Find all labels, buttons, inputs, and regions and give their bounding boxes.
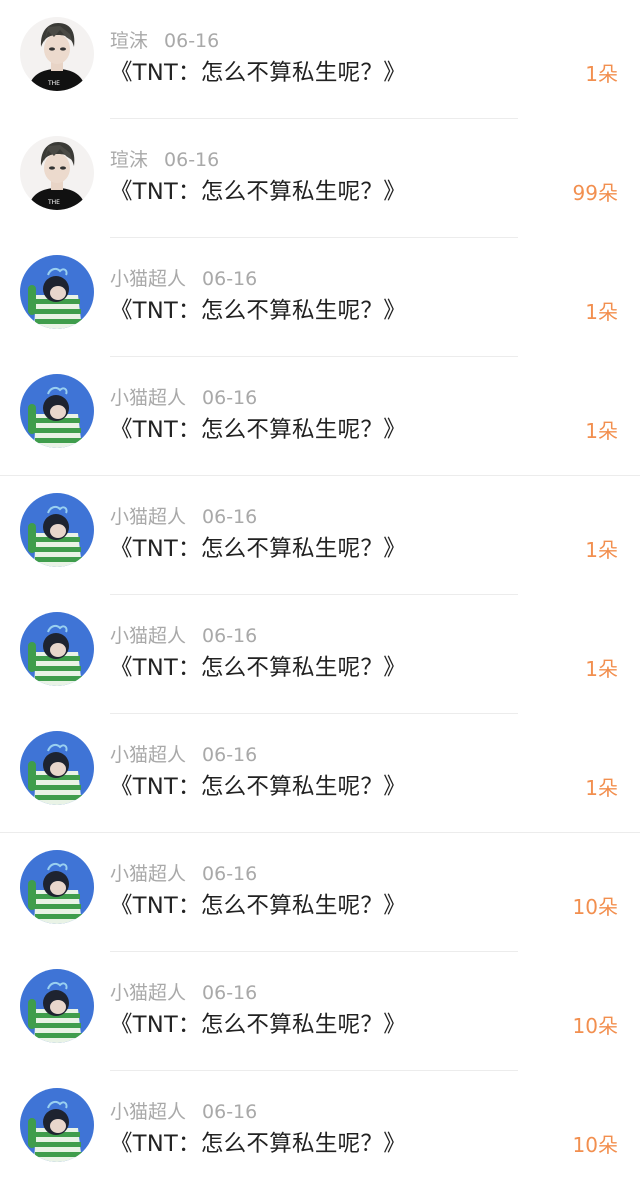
list-item[interactable]: 小猫超人 06-16 《TNT：怎么不算私生呢？》 1朵 — [0, 238, 640, 357]
date: 06-16 — [202, 744, 258, 766]
flower-count: 1朵 — [585, 62, 618, 86]
username[interactable]: 小猫超人 — [110, 863, 186, 885]
row-meta: 小猫超人 06-16 — [110, 740, 257, 767]
date: 06-16 — [164, 30, 220, 52]
list-item[interactable]: 小猫超人 06-16 《TNT：怎么不算私生呢？》 10朵 — [0, 952, 640, 1071]
date: 06-16 — [202, 982, 258, 1004]
username[interactable]: 瑄沫 — [110, 30, 148, 52]
item-title: 《TNT：怎么不算私生呢？》 — [110, 179, 407, 205]
row-meta: 瑄沫 06-16 — [110, 26, 219, 53]
green-stripe-boy-avatar-icon[interactable] — [20, 255, 94, 329]
row-meta: 小猫超人 06-16 — [110, 1097, 257, 1124]
row-meta: 瑄沫 06-16 — [110, 145, 219, 172]
green-stripe-boy-avatar-icon[interactable] — [20, 612, 94, 686]
item-title: 《TNT：怎么不算私生呢？》 — [110, 655, 407, 681]
flower-count: 1朵 — [585, 419, 618, 443]
flower-count: 1朵 — [585, 657, 618, 681]
row-meta: 小猫超人 06-16 — [110, 859, 257, 886]
item-title: 《TNT：怎么不算私生呢？》 — [110, 536, 407, 562]
flower-count: 1朵 — [585, 776, 618, 800]
list-item[interactable]: 小猫超人 06-16 《TNT：怎么不算私生呢？》 1朵 — [0, 595, 640, 714]
row-meta: 小猫超人 06-16 — [110, 383, 257, 410]
green-stripe-boy-avatar-icon[interactable] — [20, 850, 94, 924]
dark-hair-boy-avatar-icon[interactable]: THE — [20, 17, 94, 91]
row-meta: 小猫超人 06-16 — [110, 621, 257, 648]
svg-text:THE: THE — [47, 80, 60, 87]
date: 06-16 — [202, 506, 258, 528]
flower-count: 1朵 — [585, 538, 618, 562]
date: 06-16 — [202, 387, 258, 409]
date: 06-16 — [202, 625, 258, 647]
username[interactable]: 瑄沫 — [110, 149, 148, 171]
item-title: 《TNT：怎么不算私生呢？》 — [110, 893, 407, 919]
item-title: 《TNT：怎么不算私生呢？》 — [110, 774, 407, 800]
svg-text:THE: THE — [47, 199, 60, 206]
row-meta: 小猫超人 06-16 — [110, 502, 257, 529]
item-title: 《TNT：怎么不算私生呢？》 — [110, 1131, 407, 1157]
date: 06-16 — [202, 863, 258, 885]
green-stripe-boy-avatar-icon[interactable] — [20, 731, 94, 805]
username[interactable]: 小猫超人 — [110, 268, 186, 290]
username[interactable]: 小猫超人 — [110, 982, 186, 1004]
green-stripe-boy-avatar-icon[interactable] — [20, 493, 94, 567]
row-meta: 小猫超人 06-16 — [110, 978, 257, 1005]
dark-hair-boy-avatar-icon[interactable]: THE — [20, 136, 94, 210]
date: 06-16 — [202, 1101, 258, 1123]
list-item[interactable]: 小猫超人 06-16 《TNT：怎么不算私生呢？》 1朵 — [0, 714, 640, 833]
username[interactable]: 小猫超人 — [110, 1101, 186, 1123]
item-title: 《TNT：怎么不算私生呢？》 — [110, 60, 407, 86]
username[interactable]: 小猫超人 — [110, 387, 186, 409]
green-stripe-boy-avatar-icon[interactable] — [20, 1088, 94, 1162]
username[interactable]: 小猫超人 — [110, 506, 186, 528]
username[interactable]: 小猫超人 — [110, 744, 186, 766]
flower-count: 1朵 — [585, 300, 618, 324]
list-item[interactable]: 小猫超人 06-16 《TNT：怎么不算私生呢？》 10朵 — [0, 833, 640, 952]
item-title: 《TNT：怎么不算私生呢？》 — [110, 1012, 407, 1038]
username[interactable]: 小猫超人 — [110, 625, 186, 647]
green-stripe-boy-avatar-icon[interactable] — [20, 969, 94, 1043]
list-item[interactable]: THE 瑄沫 06-16 《TNT：怎么不算私生呢？》 1朵 — [0, 0, 640, 119]
flower-count: 10朵 — [572, 1014, 618, 1038]
date: 06-16 — [164, 149, 220, 171]
flower-count: 10朵 — [572, 895, 618, 919]
item-title: 《TNT：怎么不算私生呢？》 — [110, 298, 407, 324]
list-item[interactable]: THE 瑄沫 06-16 《TNT：怎么不算私生呢？》 99朵 — [0, 119, 640, 238]
flower-count: 10朵 — [572, 1133, 618, 1157]
green-stripe-boy-avatar-icon[interactable] — [20, 374, 94, 448]
date: 06-16 — [202, 268, 258, 290]
row-meta: 小猫超人 06-16 — [110, 264, 257, 291]
item-title: 《TNT：怎么不算私生呢？》 — [110, 417, 407, 443]
list-item[interactable]: 小猫超人 06-16 《TNT：怎么不算私生呢？》 1朵 — [0, 476, 640, 595]
flower-count: 99朵 — [572, 181, 618, 205]
list-item[interactable]: 小猫超人 06-16 《TNT：怎么不算私生呢？》 1朵 — [0, 357, 640, 476]
list-item[interactable]: 小猫超人 06-16 《TNT：怎么不算私生呢？》 10朵 — [0, 1071, 640, 1190]
